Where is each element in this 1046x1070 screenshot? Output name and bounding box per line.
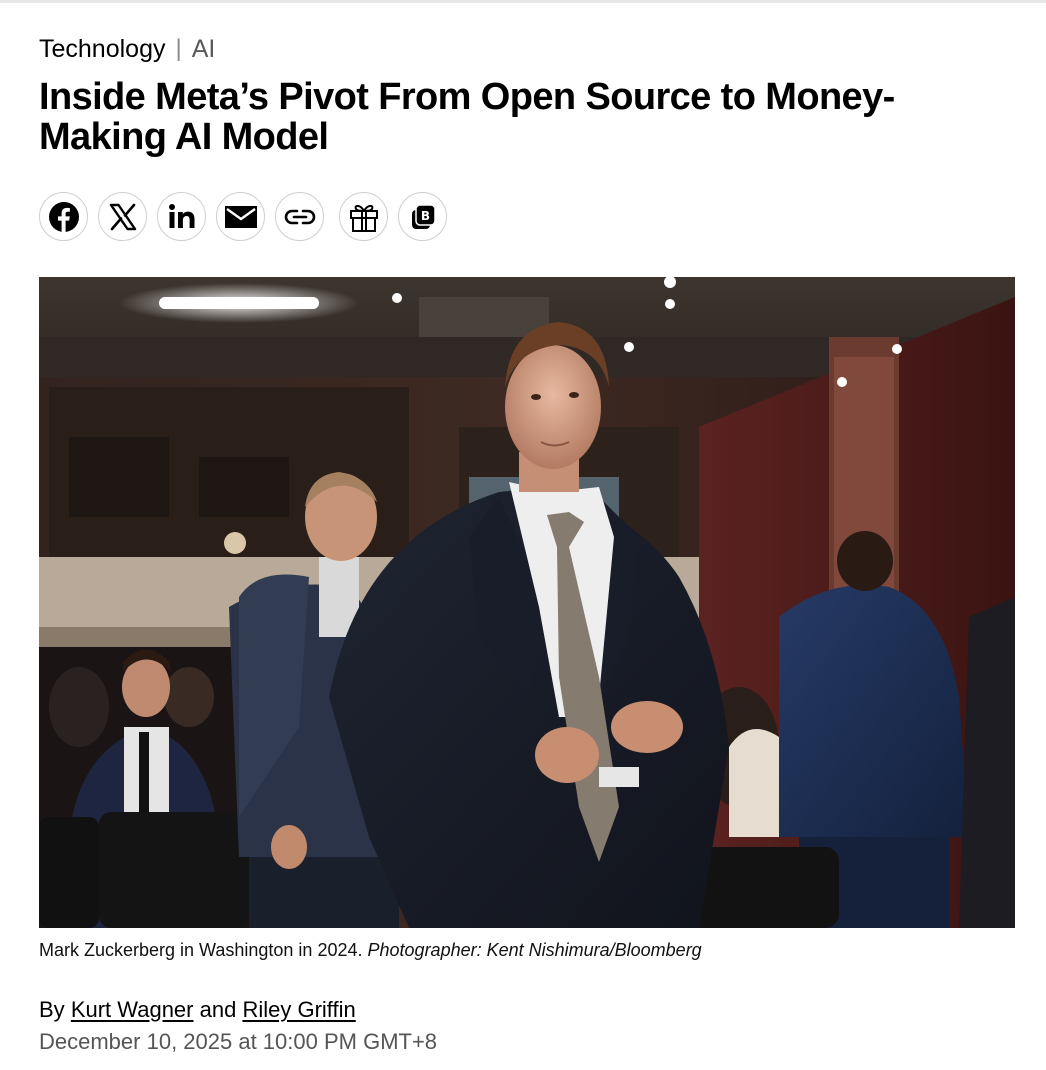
byline-prefix: By [39,997,65,1022]
save-bookmark-button[interactable]: B [398,192,447,241]
article-headline: Inside Meta’s Pivot From Open Source to … [39,76,895,158]
byline-conjunction: and [199,997,237,1022]
caption-text: Mark Zuckerberg in Washington in 2024. [39,940,363,960]
breadcrumb-section-link[interactable]: Technology [39,34,165,64]
linkedin-icon [168,203,194,228]
gift-icon [349,204,378,232]
author-link-riley-griffin[interactable]: Riley Griffin [242,997,355,1022]
share-x-button[interactable] [98,192,147,241]
author-link-kurt-wagner[interactable]: Kurt Wagner [71,997,194,1022]
breadcrumb-separator: | [175,35,182,62]
email-icon [224,205,257,228]
publish-date: December 10, 2025 at 10:00 PM GMT+8 [39,1029,438,1054]
share-linkedin-button[interactable] [157,192,206,241]
gift-article-button[interactable] [339,192,388,241]
top-divider [0,0,1046,3]
share-facebook-button[interactable] [39,192,88,241]
breadcrumb-subsection-link[interactable]: AI [192,34,216,64]
photo-caption: Mark Zuckerberg in Washington in 2024. P… [39,939,702,961]
x-icon [109,203,136,230]
share-toolbar: B [39,192,447,241]
facebook-icon [48,201,79,232]
share-email-button[interactable] [216,192,265,241]
link-icon [284,209,315,224]
breadcrumb: Technology | AI [39,34,215,64]
hero-photo [39,277,1015,928]
copy-link-button[interactable] [275,192,324,241]
byline: By Kurt Wagner and Riley Griffin [39,996,356,1024]
bookmark-icon: B [411,203,436,229]
svg-text:B: B [420,209,429,223]
photo-credit: Photographer: Kent Nishimura/Bloomberg [367,940,702,960]
